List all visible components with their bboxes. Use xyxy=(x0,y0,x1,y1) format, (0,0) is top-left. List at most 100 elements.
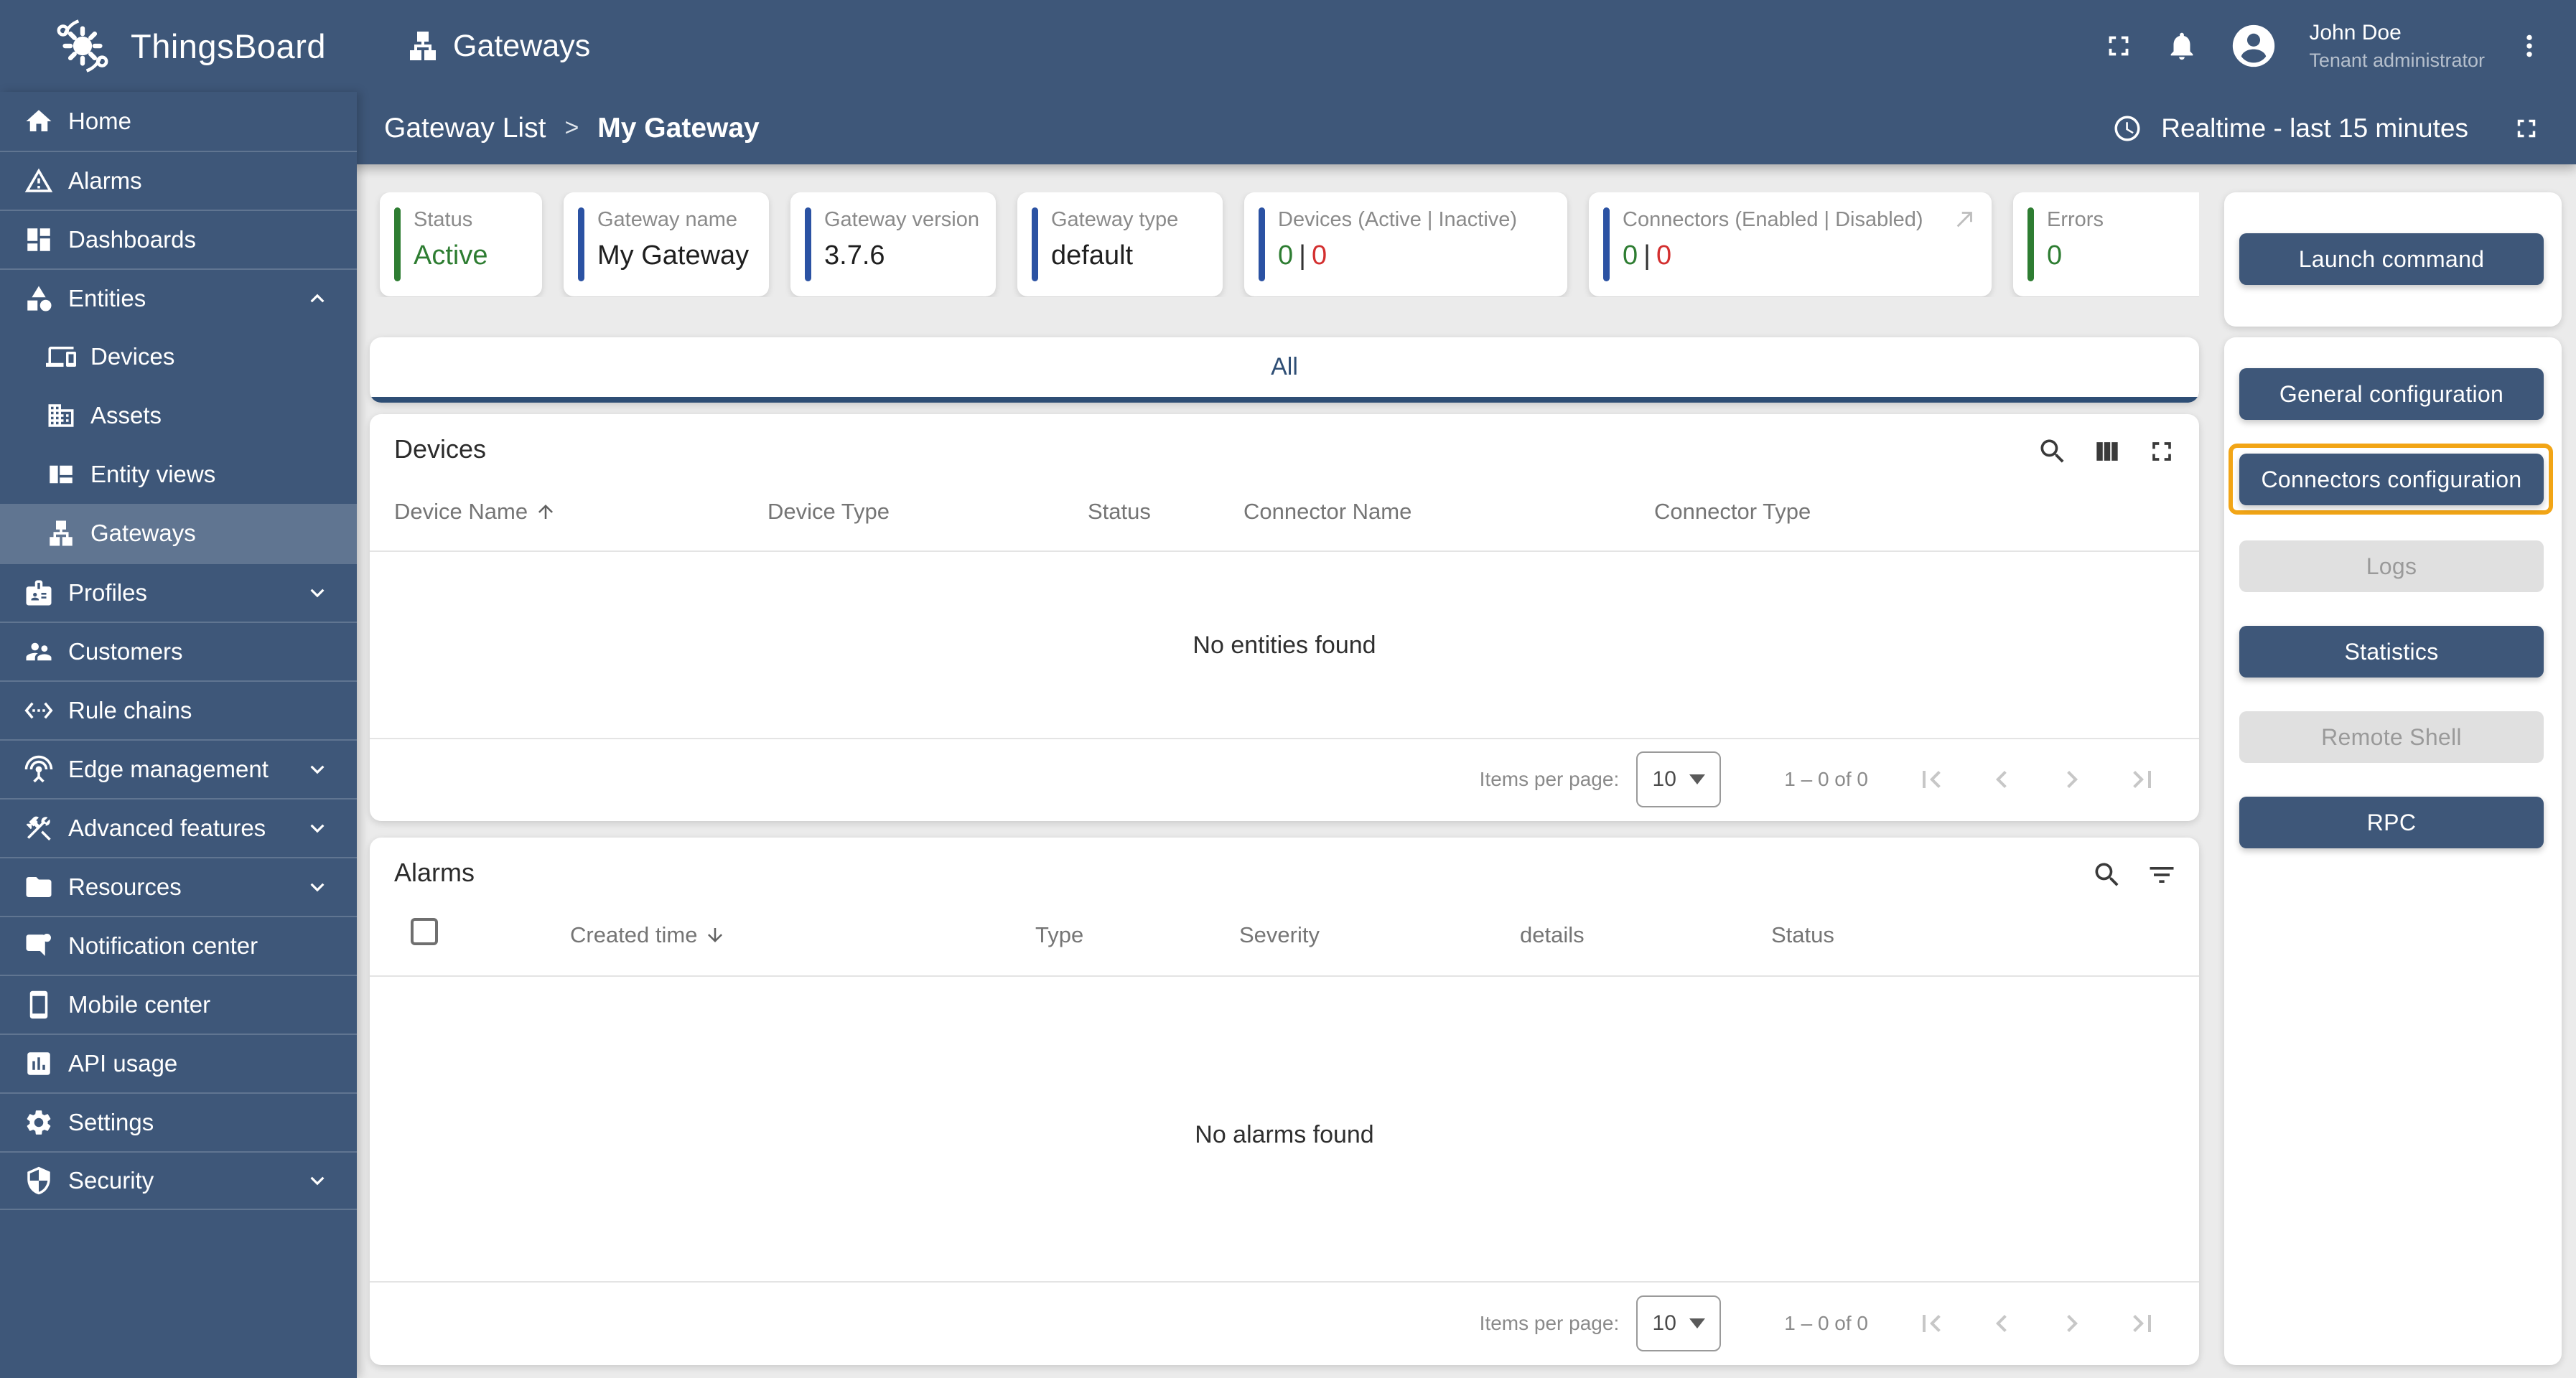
divider xyxy=(370,975,2199,977)
sidebar-item-profiles[interactable]: Profiles xyxy=(0,563,357,622)
last-page-icon[interactable] xyxy=(2125,762,2160,797)
last-page-icon[interactable] xyxy=(2125,1306,2160,1341)
sidebar-item-gateways[interactable]: Gateways xyxy=(0,504,357,563)
warning-icon xyxy=(24,166,54,196)
column-header-type[interactable]: Type xyxy=(1035,922,1083,948)
fullscreen-icon[interactable] xyxy=(2102,29,2135,62)
sidebar-item-devices[interactable]: Devices xyxy=(0,327,357,386)
first-page-icon[interactable] xyxy=(1914,762,1949,797)
sidebar-item-notification-center[interactable]: Notification center xyxy=(0,916,357,975)
columns-icon[interactable] xyxy=(2091,436,2123,467)
rpc-button[interactable]: RPC xyxy=(2239,797,2544,848)
statistics-button[interactable]: Statistics xyxy=(2239,626,2544,678)
breadcrumb: Gateway List > My Gateway xyxy=(357,113,760,144)
chevron-down-icon xyxy=(304,873,331,901)
alarms-empty-state: No alarms found xyxy=(1195,1121,1374,1148)
card-value: My Gateway xyxy=(597,240,750,271)
tab-bar: All xyxy=(370,337,2199,403)
sidebar-item-settings[interactable]: Settings xyxy=(0,1092,357,1151)
column-header-status[interactable]: Status xyxy=(1771,922,1834,948)
sidebar-item-mobile-center[interactable]: Mobile center xyxy=(0,975,357,1034)
folder-icon xyxy=(24,872,54,902)
home-icon xyxy=(24,106,54,136)
connectors-count-card: Connectors (Enabled | Disabled) 0 | 0 xyxy=(1589,192,1992,296)
tab-all[interactable]: All xyxy=(1271,353,1298,387)
expand-fullscreen-icon[interactable] xyxy=(2511,113,2542,144)
caret-down-icon xyxy=(1689,1318,1705,1328)
sidebar-item-edge-management[interactable]: Edge management xyxy=(0,739,357,798)
status-card: Status Active xyxy=(380,192,542,296)
brand-logo[interactable]: ThingsBoard xyxy=(0,14,357,78)
stat-card-strip: Status Active Gateway name My Gateway Ga… xyxy=(370,192,2199,297)
column-header-connector-type[interactable]: Connector Type xyxy=(1654,499,1811,525)
chevron-down-icon xyxy=(304,815,331,842)
column-header-created-time[interactable]: Created time xyxy=(570,922,726,948)
breadcrumb-parent[interactable]: Gateway List xyxy=(384,113,546,144)
sidebar-item-label: Notification center xyxy=(68,932,258,959)
shapes-icon xyxy=(24,283,54,314)
prev-page-icon[interactable] xyxy=(1984,762,2019,797)
quilt-icon xyxy=(46,459,76,489)
remote-shell-button: Remote Shell xyxy=(2239,711,2544,763)
status-bar xyxy=(1032,207,1038,281)
sidebar-item-entity-views[interactable]: Entity views xyxy=(0,445,357,504)
app-header: ThingsBoard Gateways John Doe Tenant adm… xyxy=(0,0,2576,164)
sidebar-item-home[interactable]: Home xyxy=(0,92,357,151)
alarms-pagination: Items per page: 10 1 – 0 of 0 xyxy=(370,1282,2160,1365)
sidebar-item-dashboards[interactable]: Dashboards xyxy=(0,210,357,268)
general-configuration-button[interactable]: General configuration xyxy=(2239,368,2544,420)
sidebar-item-api-usage[interactable]: API usage xyxy=(0,1034,357,1092)
fullscreen-icon[interactable] xyxy=(2146,436,2178,467)
page-size-select[interactable]: 10 xyxy=(1636,1295,1722,1351)
user-role: Tenant administrator xyxy=(2309,49,2485,71)
sidebar-item-label: Assets xyxy=(90,402,162,428)
next-page-icon[interactable] xyxy=(2055,762,2089,797)
kebab-menu-icon[interactable] xyxy=(2515,32,2544,60)
user-info[interactable]: John Doe Tenant administrator xyxy=(2309,21,2485,72)
column-header-severity[interactable]: Severity xyxy=(1239,922,1320,948)
message-icon xyxy=(24,931,54,961)
sidebar-item-label: Entities xyxy=(68,285,146,311)
notifications-bell-icon[interactable] xyxy=(2165,29,2198,62)
devices-pagination: Items per page: 10 1 – 0 of 0 xyxy=(370,738,2160,821)
prev-page-icon[interactable] xyxy=(1984,1306,2019,1341)
sidebar-item-alarms[interactable]: Alarms xyxy=(0,151,357,210)
sidebar-item-label: API usage xyxy=(68,1050,178,1077)
sidebar-item-customers[interactable]: Customers xyxy=(0,622,357,680)
column-header-status[interactable]: Status xyxy=(1088,499,1151,525)
card-label: Errors xyxy=(2047,208,2104,231)
filter-icon[interactable] xyxy=(2146,859,2178,891)
next-page-icon[interactable] xyxy=(2055,1306,2089,1341)
timewindow-control[interactable]: Realtime - last 15 minutes xyxy=(2112,113,2542,144)
page-size-select[interactable]: 10 xyxy=(1636,751,1722,807)
launch-command-button[interactable]: Launch command xyxy=(2239,233,2544,285)
column-header-device-type[interactable]: Device Type xyxy=(767,499,890,525)
sidebar-item-rule-chains[interactable]: Rule chains xyxy=(0,680,357,739)
column-header-connector-name[interactable]: Connector Name xyxy=(1243,499,1411,525)
chevron-down-icon xyxy=(304,756,331,783)
sidebar-item-label: Resources xyxy=(68,873,182,900)
north-east-icon[interactable] xyxy=(1953,207,1977,231)
gateway-version-card: Gateway version 3.7.6 xyxy=(790,192,996,296)
search-icon[interactable] xyxy=(2037,436,2068,467)
ethernet-icon xyxy=(24,695,54,726)
first-page-icon[interactable] xyxy=(1914,1306,1949,1341)
active-tab-indicator xyxy=(370,397,2199,403)
column-header-details[interactable]: details xyxy=(1520,922,1585,948)
connectors-configuration-button[interactable]: Connectors configuration xyxy=(2239,454,2544,505)
search-icon[interactable] xyxy=(2091,859,2123,891)
sidebar-item-resources[interactable]: Resources xyxy=(0,857,357,916)
sidebar-item-advanced-features[interactable]: Advanced features xyxy=(0,798,357,857)
items-per-page-label: Items per page: xyxy=(1479,1312,1620,1334)
column-header-device-name[interactable]: Device Name xyxy=(394,499,556,525)
sort-asc-icon xyxy=(535,501,556,522)
lan-icon xyxy=(406,29,440,63)
sidebar-item-security[interactable]: Security xyxy=(0,1151,357,1210)
sidebar-item-entities[interactable]: Entities xyxy=(0,268,357,327)
select-all-checkbox[interactable] xyxy=(411,918,438,945)
card-label: Gateway name xyxy=(597,208,738,231)
avatar[interactable] xyxy=(2229,21,2279,71)
page-title-label: Gateways xyxy=(453,28,591,63)
gateway-actions-card: General configuration Connectors configu… xyxy=(2224,337,2562,1365)
sidebar-item-assets[interactable]: Assets xyxy=(0,386,357,445)
